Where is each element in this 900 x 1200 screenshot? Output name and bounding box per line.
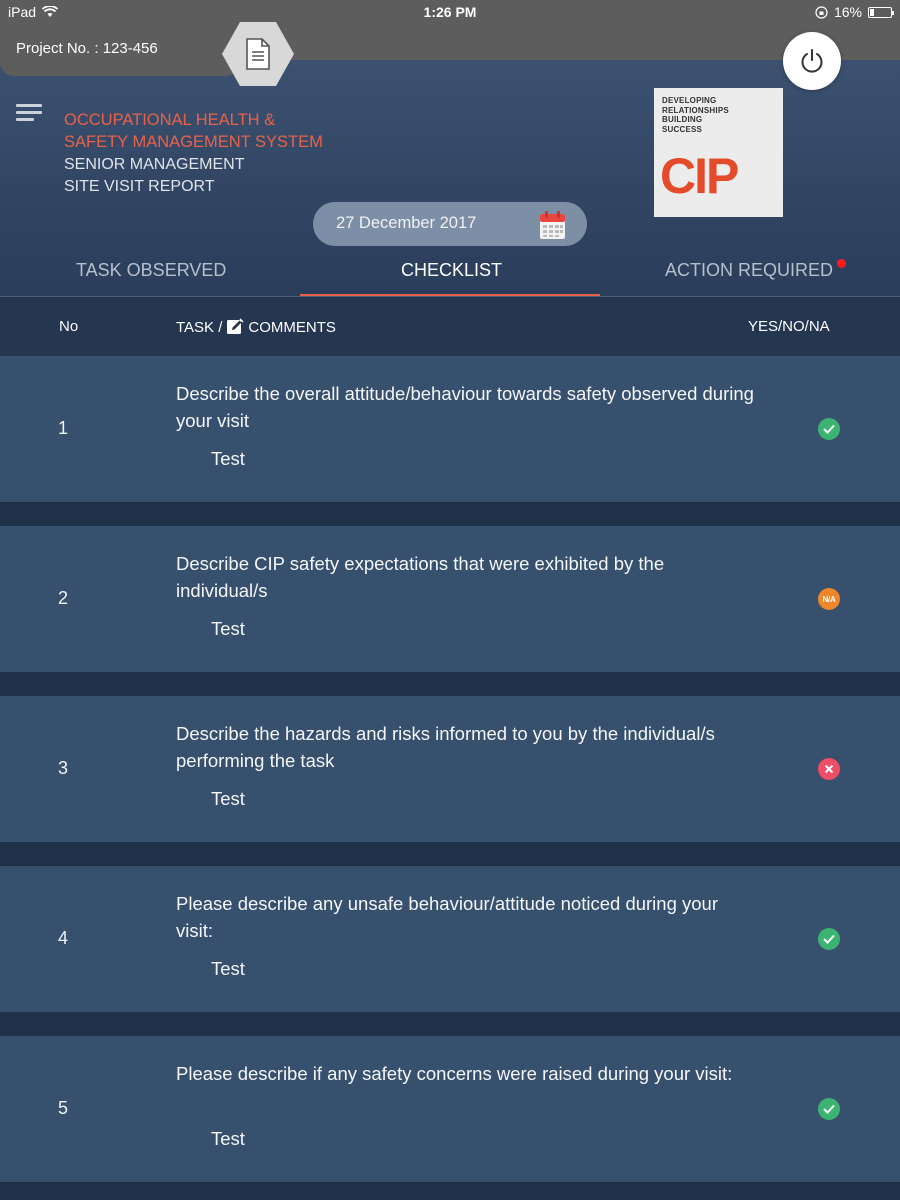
date-value: 27 December 2017 [336,214,477,232]
status-yes-icon[interactable] [818,418,840,440]
table-row[interactable]: 3 Describe the hazards and risks informe… [0,696,900,842]
report-subtitle-line2: SITE VISIT REPORT [64,178,215,195]
app-title-line2: SAFETY MANAGEMENT SYSTEM [64,133,323,151]
battery-icon [868,6,894,18]
tab-checklist[interactable]: CHECKLIST [401,260,502,281]
logo-brand: CIP [660,148,739,204]
tab-action-required[interactable]: ACTION REQUIRED [665,260,833,281]
tab-task-observed[interactable]: TASK OBSERVED [76,260,226,281]
column-yes-no-na: YES/NO/NA [748,318,830,335]
report-subtitle-line1: SENIOR MANAGEMENT [64,156,245,173]
row-number: 3 [58,758,69,778]
battery-percent: 16% [833,4,862,20]
logout-button[interactable] [783,32,841,90]
edit-icon [227,318,244,334]
project-tab-shape [0,60,240,76]
table-row[interactable]: 1 Describe the overall attitude/behaviou… [0,356,900,502]
table-header: No TASK / COMMENTS YES/NO/NA [0,297,900,356]
status-yes-icon[interactable] [818,928,840,950]
task-comment: Test [211,958,245,979]
date-picker[interactable]: 27 December 2017 [313,202,587,246]
status-na-icon[interactable]: N/A [818,588,840,610]
column-no: No [59,318,79,335]
task-comment: Test [211,618,245,639]
rotation-lock-icon [815,5,828,19]
task-question: Describe the hazards and risks informed … [176,723,715,771]
notification-dot [837,259,846,268]
clock: 1:26 PM [423,4,477,20]
project-number: Project No. : 123-456 [16,40,158,57]
status-yes-icon[interactable] [818,1098,840,1120]
task-question: Please describe any unsafe behaviour/att… [176,893,718,941]
table-row[interactable]: 4 Please describe any unsafe behaviour/a… [0,866,900,1012]
table-row[interactable]: 2 Describe CIP safety expectations that … [0,526,900,672]
task-comment: Test [211,1128,245,1149]
task-question: Describe the overall attitude/behaviour … [176,383,754,431]
status-bar: iPad 1:26 PM 16% [0,0,900,24]
task-comment: Test [211,788,245,809]
task-comment: Test [211,448,245,469]
document-icon [246,38,270,70]
row-number: 5 [58,1098,69,1118]
status-no-icon[interactable] [818,758,840,780]
calendar-icon[interactable] [539,210,566,240]
power-icon [801,49,823,73]
app-title-line1: OCCUPATIONAL HEALTH & [64,111,276,129]
table-row[interactable]: 5 Please describe if any safety concerns… [0,1036,900,1182]
column-task-comments: TASK / COMMENTS [176,318,336,336]
row-number: 4 [58,928,69,948]
task-question: Please describe if any safety concerns w… [176,1063,733,1084]
row-number: 1 [58,418,69,438]
company-logo: DEVELOPING RELATIONSHIPS BUILDING SUCCES… [654,88,783,217]
row-number: 2 [58,588,69,608]
task-question: Describe CIP safety expectations that we… [176,553,665,601]
menu-icon[interactable] [16,104,42,125]
